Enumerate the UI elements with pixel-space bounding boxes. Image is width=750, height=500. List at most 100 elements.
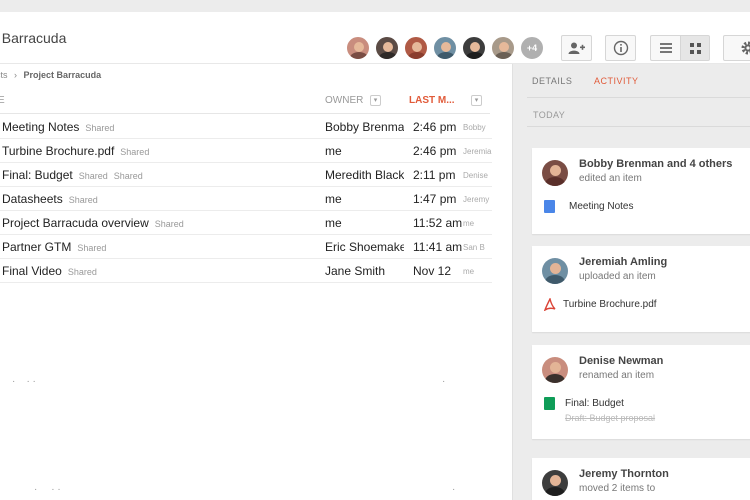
previous-item-name: Draft: Budget proposal (565, 413, 656, 423)
window-top-strip (0, 0, 750, 12)
activity-item-name: Meeting Notes (569, 201, 634, 212)
file-owner: Bobby Brenman (325, 120, 404, 134)
shared-label: Shared (77, 243, 107, 253)
sheet-icon (544, 397, 555, 410)
shared-label: Shared (113, 171, 143, 181)
avatar (542, 160, 568, 186)
file-modified: 2:11 pm (413, 168, 456, 182)
table-row[interactable]: Datasheets Shared me 1:47 pm Jeremy (0, 187, 492, 211)
info-icon (613, 40, 628, 56)
table-row[interactable]: Project Barracuda overview Shared me 11:5… (0, 211, 492, 235)
doc-icon (544, 200, 555, 213)
file-owner: Jane Smith (325, 264, 386, 278)
modified-by: me (463, 219, 475, 228)
shared-label: Shared (78, 171, 108, 181)
file-modified: 2:46 pm (413, 144, 457, 158)
activity-item-name: Final: Budget (565, 398, 624, 409)
breadcrumb: cts › Project Barracuda (0, 70, 101, 80)
artifact-dots: · (442, 376, 446, 387)
modified-by: Jeremiah (463, 147, 492, 156)
file-modified: 11:41 am (413, 240, 463, 254)
file-name[interactable]: Partner GTM (2, 240, 71, 254)
activity-actor: Jeremiah Amling (579, 256, 668, 268)
activity-card[interactable]: Denise Newman renamed an item Final: Bud… (532, 345, 750, 439)
avatar[interactable] (462, 36, 486, 60)
shared-label: Shared (154, 219, 184, 229)
header: t Barracuda +4 (0, 12, 750, 64)
add-person-icon (568, 42, 585, 54)
activity-item[interactable]: Meeting Notes (544, 200, 633, 213)
list-view-icon (659, 43, 672, 53)
file-modified: 2:46 pm (413, 120, 457, 134)
table-row[interactable]: Final Video Shared Jane Smith Nov 12 me (0, 259, 492, 283)
avatar (542, 470, 568, 496)
file-owner: Eric Shoemaker (325, 240, 404, 254)
artifact-dots: · · · (12, 376, 36, 387)
file-owner: me (325, 216, 342, 230)
table-row[interactable]: Meeting Notes Shared Bobby Brenman 2:46 p… (0, 115, 492, 139)
column-header-name[interactable]: E (0, 95, 5, 106)
more-collaborators-badge[interactable]: +4 (520, 36, 544, 60)
activity-actor: Bobby Brenman and 4 others (579, 158, 733, 170)
column-header-owner[interactable]: OWNER (325, 95, 363, 106)
file-modified: 11:52 am (413, 216, 463, 230)
modified-by: Jeremy (463, 195, 490, 204)
table-row[interactable]: Final: Budget Shared Shared Meredith Black… (0, 163, 492, 187)
page-title: t Barracuda (0, 30, 67, 46)
file-name[interactable]: Turbine Brochure.pdf (2, 144, 114, 158)
grid-view-button[interactable] (680, 35, 710, 61)
modified-by: Bobby (463, 123, 486, 132)
table-row[interactable]: Turbine Brochure.pdf Shared me 2:46 pm Je… (0, 139, 492, 163)
file-owner: me (325, 192, 342, 206)
artifact-dots: · · · (34, 484, 61, 495)
avatar[interactable] (346, 36, 370, 60)
avatar[interactable] (491, 36, 515, 60)
activity-actor: Denise Newman (579, 355, 664, 367)
gear-icon (741, 41, 750, 55)
file-name[interactable]: Datasheets (2, 192, 63, 206)
avatar (542, 258, 568, 284)
owner-sort-icon[interactable]: ▾ (370, 95, 381, 106)
modified-sort-icon[interactable]: ▾ (471, 95, 482, 106)
breadcrumb-parent[interactable]: cts (0, 70, 8, 80)
activity-card[interactable]: Jeremy Thornton moved 2 items to (532, 458, 750, 500)
pdf-icon (543, 296, 556, 312)
file-name[interactable]: Project Barracuda overview (2, 216, 149, 230)
column-header-last-modified[interactable]: LAST M... (409, 95, 455, 106)
avatar[interactable] (433, 36, 457, 60)
column-header-row: E OWNER ▾ LAST M... ▾ (0, 86, 490, 114)
panel-tabs: DETAILS ACTIVITY (513, 64, 750, 98)
file-name[interactable]: Final: Budget (2, 168, 73, 182)
file-modified: Nov 12 (413, 264, 452, 278)
file-name[interactable]: Meeting Notes (2, 120, 79, 134)
add-person-button[interactable] (561, 35, 592, 61)
shared-label: Shared (85, 123, 115, 133)
activity-card[interactable]: Jeremiah Amling uploaded an item Turbine… (532, 246, 750, 332)
activity-action: uploaded an item (579, 271, 656, 282)
activity-item[interactable]: Final: Budget (544, 397, 624, 410)
modified-by: me (463, 267, 475, 276)
shared-label: Shared (67, 267, 97, 277)
file-modified: 1:47 pm (413, 192, 457, 206)
tab-details[interactable]: DETAILS (532, 76, 572, 86)
avatar (542, 357, 568, 383)
modified-by: Denise (463, 171, 488, 180)
activity-action: renamed an item (579, 370, 655, 381)
tab-divider (527, 97, 750, 98)
list-view-button[interactable] (650, 35, 680, 61)
avatar[interactable] (375, 36, 399, 60)
activity-action: edited an item (579, 173, 642, 184)
file-owner: Meredith Black (325, 168, 404, 182)
avatar[interactable] (404, 36, 428, 60)
tab-activity[interactable]: ACTIVITY (594, 76, 639, 86)
collaborator-avatars: +4 (346, 36, 544, 60)
table-row[interactable]: Partner GTM Shared Eric Shoemaker 11:41 a… (0, 235, 492, 259)
date-group-label: TODAY (533, 110, 566, 120)
settings-button[interactable] (723, 35, 750, 61)
breadcrumb-current: Project Barracuda (23, 70, 102, 80)
file-name[interactable]: Final Video (2, 264, 62, 278)
activity-item[interactable]: Turbine Brochure.pdf (543, 296, 657, 312)
breadcrumb-separator: › (14, 70, 18, 80)
info-button[interactable] (605, 35, 636, 61)
activity-card[interactable]: Bobby Brenman and 4 others edited an ite… (532, 148, 750, 234)
